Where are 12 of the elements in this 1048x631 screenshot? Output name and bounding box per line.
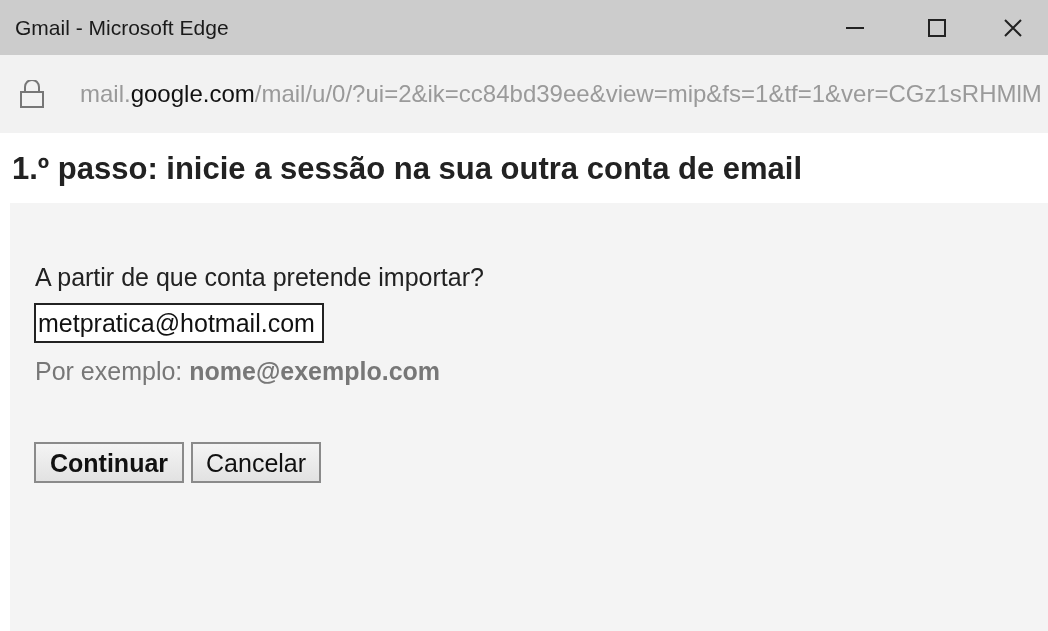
continue-button[interactable]: Continuar bbox=[34, 442, 185, 483]
window-title: Gmail - Microsoft Edge bbox=[14, 14, 229, 41]
maximize-icon bbox=[928, 18, 946, 37]
email-field[interactable]: metpratica@hotmail.com bbox=[34, 303, 324, 343]
lock-icon bbox=[20, 80, 44, 108]
field-label: A partir de que conta pretende importar? bbox=[34, 263, 484, 292]
page-heading: 1.º passo: inicie a sessão na sua outra conta de email bbox=[12, 151, 804, 187]
close-icon bbox=[1004, 18, 1022, 37]
cancel-button[interactable]: Cancelar bbox=[191, 442, 322, 483]
minimize-icon bbox=[846, 26, 864, 29]
url-text[interactable]: mail.google.com/mail/u/0/?ui=2&ik=cc84bd39ee&view=mip&fs=1&tf=1&ver=CGz1sRHMlM bbox=[80, 76, 1042, 112]
example-hint: Por exemplo: nome@exemplo.com bbox=[34, 356, 441, 386]
